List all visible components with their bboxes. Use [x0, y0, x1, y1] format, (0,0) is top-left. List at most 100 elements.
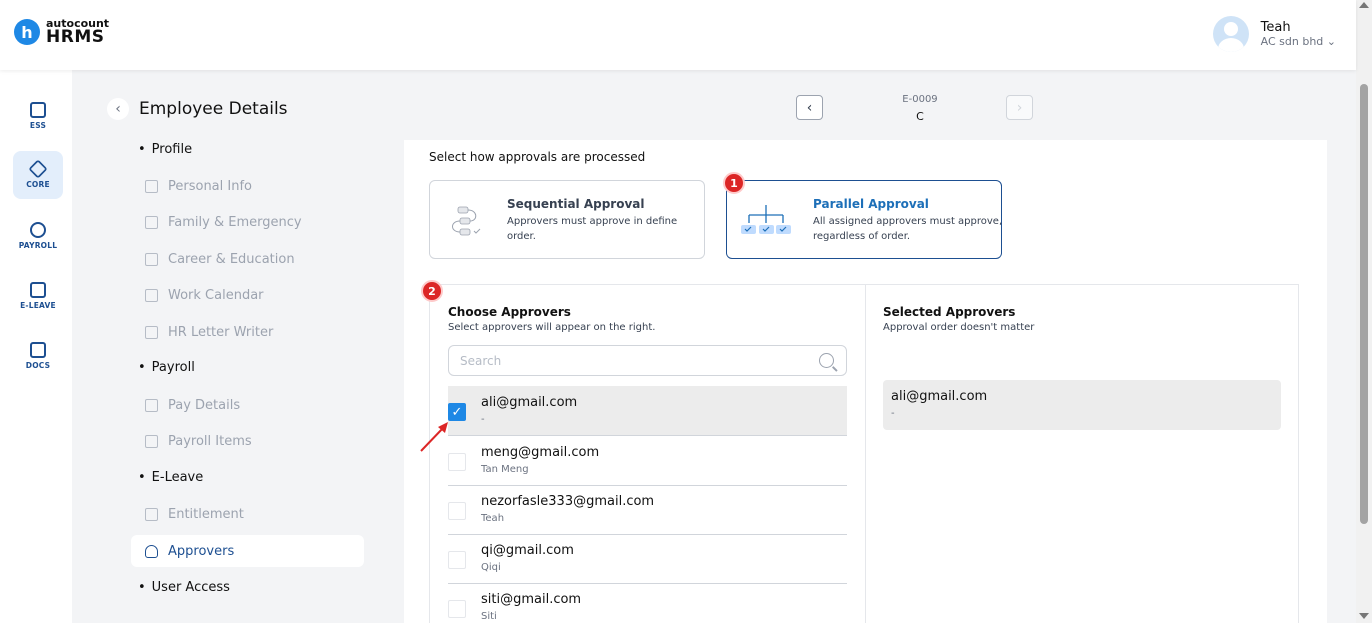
employee-code: E-0009: [902, 94, 938, 105]
approver-name: -: [481, 414, 485, 425]
id-card-icon: [145, 179, 158, 193]
menu-section-eleave[interactable]: E-Leave: [138, 470, 204, 485]
menu-item-entitlement[interactable]: Entitlement: [131, 498, 364, 530]
menu-item-label: HR Letter Writer: [168, 324, 274, 340]
calendar-icon: [145, 507, 158, 521]
selected-approver-item[interactable]: ali@gmail.com -: [883, 380, 1281, 430]
company-selector[interactable]: AC sdn bhd ⌄: [1261, 35, 1336, 48]
sequential-flow-icon: [452, 206, 481, 236]
menu-item-label: Personal Info: [168, 178, 252, 194]
selected-approver-email: ali@gmail.com: [891, 389, 988, 404]
approver-checkbox[interactable]: [448, 600, 466, 618]
page-scrollbar[interactable]: [1356, 0, 1372, 623]
dollar-icon: [30, 222, 46, 238]
user-name: Teah: [1260, 20, 1291, 35]
parallel-title: Parallel Approval: [813, 197, 929, 211]
approver-name: Qiqi: [481, 562, 501, 573]
menu-item-label: Entitlement: [168, 506, 244, 522]
next-employee-button[interactable]: ›: [1006, 95, 1033, 120]
choose-approvers-title: Choose Approvers: [448, 305, 571, 319]
rail-label: DOCS: [25, 361, 51, 370]
previous-employee-button[interactable]: ‹: [796, 95, 823, 120]
selected-approvers-title: Selected Approvers: [883, 305, 1016, 319]
approver-email: nezorfasle333@gmail.com: [481, 494, 655, 509]
rail-label: E-LEAVE: [20, 301, 56, 310]
menu-item-personal-info[interactable]: Personal Info: [131, 170, 364, 202]
app-logo[interactable]: h autocount HRMS: [14, 18, 109, 46]
page-title: Employee Details: [139, 99, 288, 119]
briefcase-icon: [145, 252, 158, 266]
approver-email: siti@gmail.com: [481, 592, 582, 607]
step-badge-1: 1: [723, 172, 745, 194]
menu-item-payroll-items[interactable]: Payroll Items: [131, 425, 364, 457]
rail-label: PAYROLL: [18, 241, 58, 250]
menu-item-hr-letter-writer[interactable]: HR Letter Writer: [131, 316, 364, 348]
rail-item-ess[interactable]: ESS: [13, 92, 63, 140]
rail-item-payroll[interactable]: PAYROLL: [13, 212, 63, 260]
menu-item-label: Family & Emergency: [168, 214, 302, 230]
logo-brand-large: HRMS: [46, 27, 105, 47]
rail-item-eleave[interactable]: E-LEAVE: [13, 272, 63, 320]
selected-approvers-subtitle: Approval order doesn't matter: [883, 322, 1035, 333]
approver-checkbox[interactable]: [448, 502, 466, 520]
sequential-approval-option[interactable]: Sequential Approval Approvers must appro…: [429, 180, 705, 259]
menu-item-label: Career & Education: [168, 251, 295, 267]
list-item[interactable]: nezorfasle333@gmail.com Teah: [448, 485, 847, 535]
bank-icon: [145, 398, 158, 412]
employee-name: C: [916, 110, 924, 123]
list-item[interactable]: meng@gmail.com Tan Meng: [448, 436, 847, 486]
document-icon: [30, 342, 46, 358]
approver-checkbox[interactable]: [448, 453, 466, 471]
family-icon: [145, 215, 158, 229]
sequential-description: Approvers must approve in define order.: [507, 216, 678, 242]
list-item[interactable]: qi@gmail.com Qiqi: [448, 534, 847, 584]
parallel-approval-option[interactable]: Parallel Approval All assigned approvers…: [726, 180, 1002, 259]
edit-document-icon: [145, 325, 158, 339]
column-divider: [865, 284, 866, 623]
user-card-icon: [30, 102, 46, 118]
search-input[interactable]: Search: [448, 345, 847, 376]
approver-name: Teah: [481, 513, 505, 524]
approver-name: Siti: [481, 611, 497, 622]
list-item[interactable]: siti@gmail.com Siti: [448, 583, 847, 623]
rail-item-core[interactable]: CORE: [13, 151, 63, 199]
parallel-flow-icon: [741, 205, 791, 234]
menu-item-approvers[interactable]: Approvers: [131, 535, 364, 567]
user-icon: [145, 544, 158, 558]
approver-email: qi@gmail.com: [481, 543, 574, 558]
menu-item-label: Pay Details: [168, 397, 241, 413]
menu-item-career-education[interactable]: Career & Education: [131, 243, 364, 275]
choose-approvers-subtitle: Select approvers will appear on the righ…: [448, 322, 656, 333]
top-bar: h autocount HRMS Teah AC sdn bhd ⌄: [0, 0, 1356, 70]
step-badge-2: 2: [421, 280, 443, 302]
menu-item-family-emergency[interactable]: Family & Emergency: [131, 206, 364, 238]
calendar-icon: [30, 282, 46, 298]
rail-item-docs[interactable]: DOCS: [13, 332, 63, 380]
user-menu[interactable]: Teah AC sdn bhd ⌄: [1212, 16, 1336, 52]
approver-email: ali@gmail.com: [481, 395, 578, 410]
approver-checkbox[interactable]: [448, 551, 466, 569]
scroll-up-arrow-icon[interactable]: [1359, 2, 1369, 8]
menu-item-label: Approvers: [168, 543, 235, 559]
list-item[interactable]: ✓ ali@gmail.com -: [448, 386, 847, 436]
menu-item-work-calendar[interactable]: Work Calendar: [131, 279, 364, 311]
parallel-description: All assigned approvers must approve, reg…: [813, 216, 1003, 242]
payroll-items-icon: [145, 434, 158, 448]
search-placeholder: Search: [460, 354, 502, 368]
sequential-title: Sequential Approval: [507, 197, 645, 211]
back-button[interactable]: ‹: [107, 98, 129, 120]
menu-item-pay-details[interactable]: Pay Details: [131, 389, 364, 421]
avatar[interactable]: [1212, 16, 1249, 52]
menu-section-payroll[interactable]: Payroll: [138, 360, 195, 375]
scroll-down-arrow-icon[interactable]: [1359, 613, 1369, 619]
pointer-arrow-icon: [420, 422, 448, 452]
menu-section-profile[interactable]: Profile: [138, 142, 192, 157]
approval-mode-prompt: Select how approvals are processed: [429, 150, 646, 164]
approver-email: meng@gmail.com: [481, 445, 600, 460]
rail-label: ESS: [29, 121, 47, 130]
scroll-thumb[interactable]: [1360, 84, 1368, 524]
search-icon[interactable]: [819, 353, 834, 368]
module-rail: ESS CORE PAYROLL E-LEAVE DOCS: [0, 70, 72, 623]
logo-mark: h: [14, 19, 40, 45]
menu-section-user-access[interactable]: User Access: [138, 580, 230, 595]
